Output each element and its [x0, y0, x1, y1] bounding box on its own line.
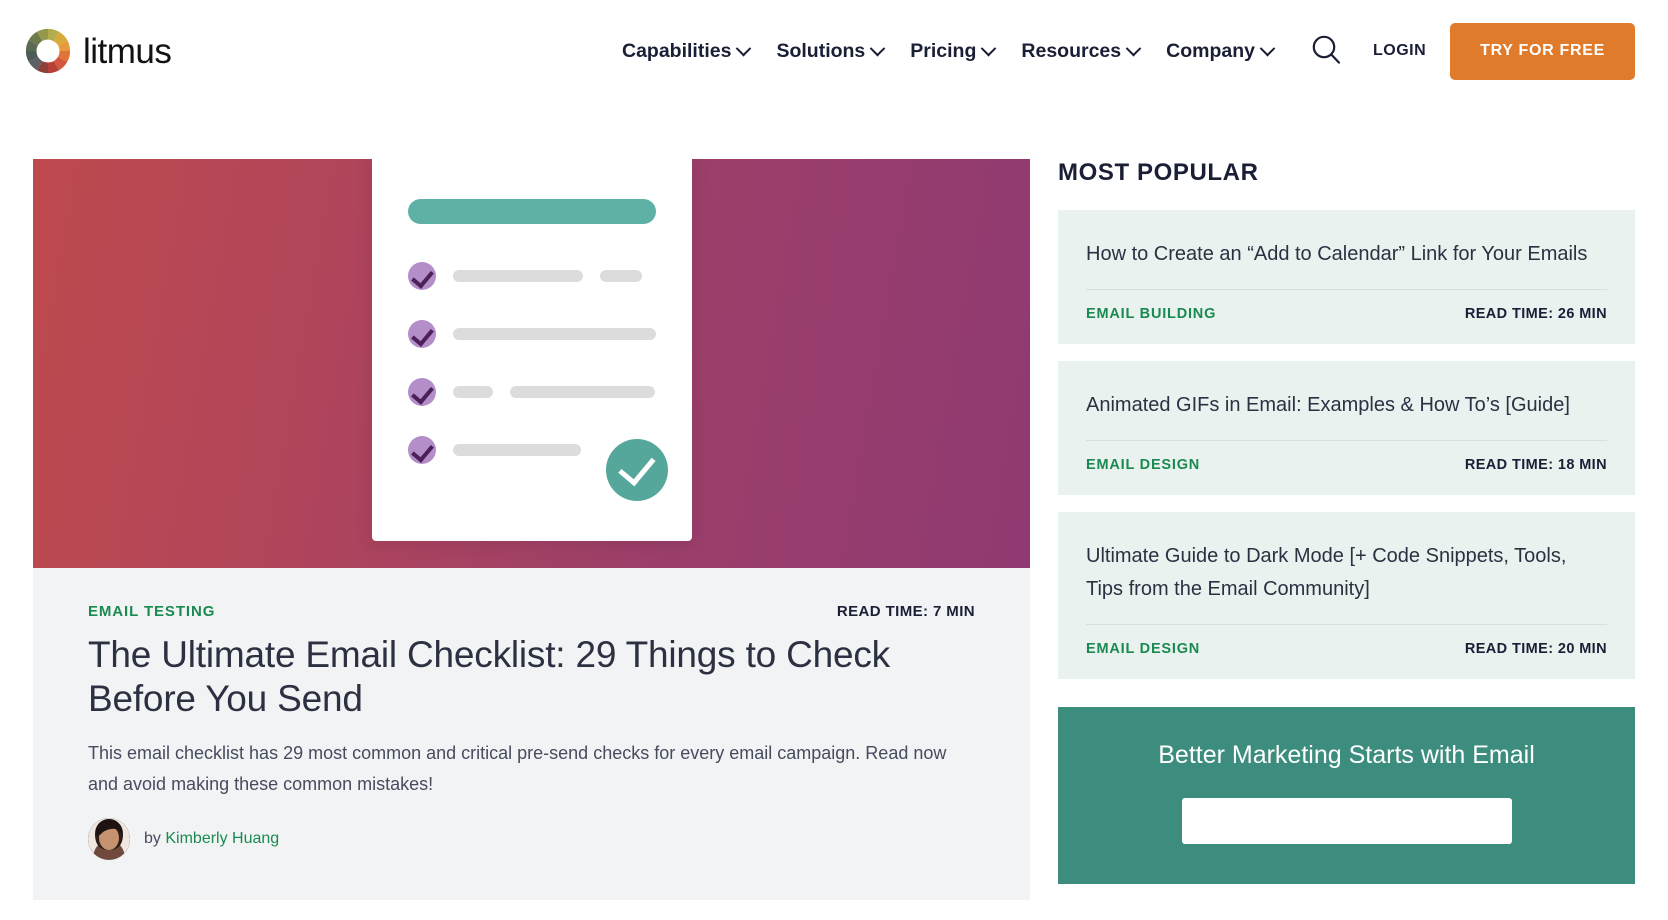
try-for-free-button[interactable]: TRY FOR FREE — [1450, 22, 1635, 80]
promo-email-input[interactable] — [1181, 798, 1512, 844]
checklist-illustration — [371, 159, 692, 541]
chevron-down-icon — [736, 40, 752, 56]
check-circle-icon — [407, 378, 436, 406]
featured-read-time: READ TIME: 7 MIN — [836, 603, 975, 620]
popular-card[interactable]: Animated GIFs in Email: Examples & How T… — [1058, 361, 1635, 495]
chevron-down-icon — [981, 40, 997, 56]
nav-item-resources[interactable]: Resources — [1021, 39, 1142, 63]
header-actions: LOGIN TRY FOR FREE — [1303, 22, 1635, 80]
check-circle-icon — [407, 436, 436, 464]
illustration-bar — [509, 386, 655, 398]
check-circle-icon — [407, 320, 436, 348]
popular-card-footer: EMAIL BUILDING READ TIME: 26 MIN — [1086, 289, 1607, 322]
logo-wordmark: litmus — [83, 31, 172, 71]
popular-card-category[interactable]: EMAIL DESIGN — [1086, 641, 1200, 657]
login-link[interactable]: LOGIN — [1373, 42, 1426, 60]
author-link[interactable]: Kimberly Huang — [165, 830, 279, 847]
illustration-check-row — [407, 262, 656, 290]
nav-item-solutions[interactable]: Solutions — [776, 39, 886, 63]
illustration-bar — [452, 328, 656, 340]
sidebar-heading: MOST POPULAR — [1058, 159, 1259, 186]
color-wheel-icon — [24, 27, 72, 75]
illustration-bar — [599, 270, 642, 282]
newsletter-promo-banner: Better Marketing Starts with Email — [1058, 707, 1635, 884]
main-navigation: Capabilities Solutions Pricing Resources… — [622, 39, 1276, 63]
featured-category-tag[interactable]: EMAIL TESTING — [88, 603, 215, 620]
popular-card-read-time: READ TIME: 20 MIN — [1464, 641, 1607, 657]
nav-label: Resources — [1021, 39, 1122, 62]
chevron-down-icon — [1259, 40, 1276, 56]
featured-article-description: This email checklist has 29 most common … — [88, 743, 947, 795]
nav-label: Company — [1166, 39, 1255, 62]
illustration-bar — [452, 270, 583, 282]
search-icon — [1309, 33, 1343, 70]
nav-label: Capabilities — [622, 39, 732, 62]
nav-label: Solutions — [776, 39, 866, 62]
promo-title: Better Marketing Starts with Email — [1158, 741, 1535, 769]
illustration-bar — [452, 386, 493, 398]
nav-label: Pricing — [910, 39, 977, 62]
illustration-check-row — [407, 378, 656, 406]
popular-card-title: How to Create an “Add to Calendar” Link … — [1086, 243, 1588, 265]
nav-item-pricing[interactable]: Pricing — [910, 39, 997, 63]
featured-byline: by Kimberly Huang — [88, 818, 975, 861]
site-header: litmus Capabilities Solutions Pricing Re… — [0, 0, 1668, 102]
popular-card-title: Animated GIFs in Email: Examples & How T… — [1086, 394, 1570, 416]
search-button[interactable] — [1303, 28, 1349, 74]
chevron-down-icon — [870, 40, 886, 56]
nav-item-capabilities[interactable]: Capabilities — [622, 39, 752, 63]
popular-card-read-time: READ TIME: 26 MIN — [1464, 306, 1607, 322]
illustration-title-bar — [407, 199, 656, 224]
popular-card-read-time: READ TIME: 18 MIN — [1464, 457, 1607, 473]
author-avatar — [88, 818, 130, 861]
featured-meta-row: EMAIL TESTING READ TIME: 7 MIN — [88, 603, 975, 620]
chevron-down-icon — [1125, 40, 1142, 56]
featured-hero-image[interactable] — [33, 159, 1030, 568]
featured-article-title[interactable]: The Ultimate Email Checklist: 29 Things … — [88, 633, 975, 720]
featured-article-body: EMAIL TESTING READ TIME: 7 MIN The Ultim… — [33, 568, 1030, 900]
byline-prefix: by — [144, 830, 161, 848]
illustration-checkmark-badge — [605, 439, 668, 501]
popular-card-footer: EMAIL DESIGN READ TIME: 18 MIN — [1086, 440, 1607, 473]
page-body: EMAIL TESTING READ TIME: 7 MIN The Ultim… — [0, 102, 1668, 901]
sidebar: MOST POPULAR How to Create an “Add to Ca… — [1058, 159, 1635, 884]
popular-card-footer: EMAIL DESIGN READ TIME: 20 MIN — [1086, 624, 1607, 657]
popular-card[interactable]: Ultimate Guide to Dark Mode [+ Code Snip… — [1058, 512, 1635, 679]
featured-article-card: EMAIL TESTING READ TIME: 7 MIN The Ultim… — [33, 159, 1030, 901]
logo-link[interactable]: litmus — [24, 27, 172, 75]
popular-card-category[interactable]: EMAIL BUILDING — [1086, 306, 1216, 322]
check-circle-icon — [407, 262, 436, 290]
popular-card[interactable]: How to Create an “Add to Calendar” Link … — [1058, 210, 1635, 344]
illustration-check-row — [407, 320, 656, 348]
byline-text: by Kimberly Huang — [144, 830, 279, 848]
popular-card-title: Ultimate Guide to Dark Mode [+ Code Snip… — [1086, 545, 1567, 600]
nav-item-company[interactable]: Company — [1166, 39, 1276, 63]
popular-card-category[interactable]: EMAIL DESIGN — [1086, 457, 1200, 473]
illustration-bar — [452, 444, 581, 456]
